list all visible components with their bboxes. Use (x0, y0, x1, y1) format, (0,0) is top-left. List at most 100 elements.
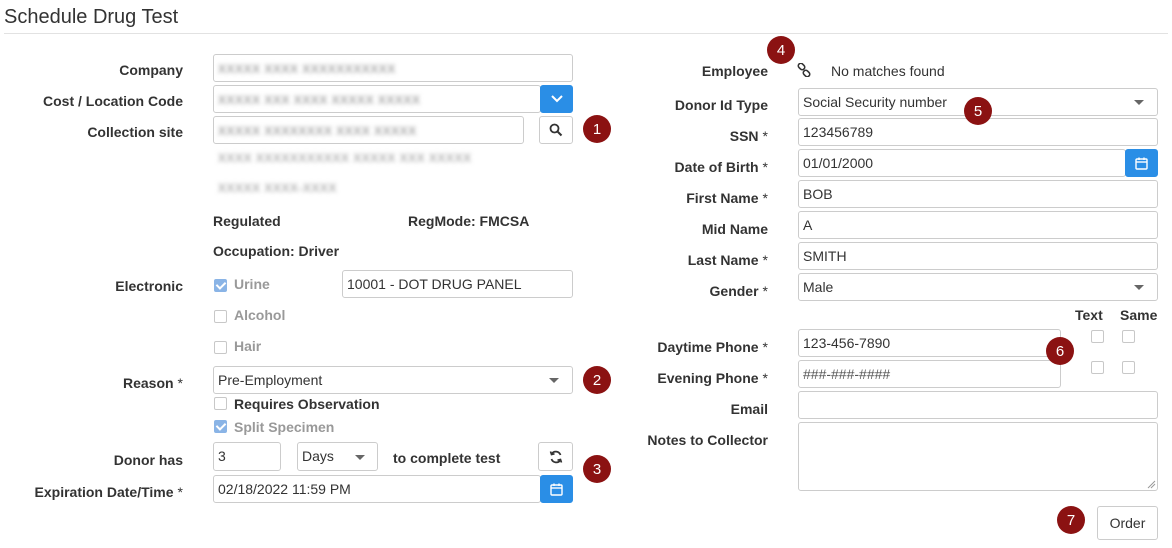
hair-label: Hair (234, 338, 262, 354)
evening-phone-label-text: Evening Phone (657, 370, 759, 386)
cost-location-value: XXXXX XXX XXXX XXXXX XXXXX (218, 93, 421, 107)
hair-checkbox[interactable] (214, 341, 227, 354)
expiration-value: 02/18/2022 11:59 PM (218, 481, 351, 497)
occupation-text: Occupation: Driver (213, 243, 340, 259)
gender-required-marker: * (762, 283, 768, 299)
chevron-down-icon (1134, 100, 1144, 105)
donor-has-number-input[interactable]: 3 (213, 442, 281, 471)
donor-has-unit-select[interactable]: Days (297, 442, 378, 471)
gender-label: Gender * (710, 283, 768, 299)
callout-badge-7: 7 (1057, 506, 1085, 534)
last-name-value: SMITH (803, 248, 847, 264)
collection-site-search-button[interactable] (539, 116, 573, 144)
reason-value: Pre-Employment (218, 372, 323, 388)
ssn-label-text: SSN (729, 128, 759, 144)
callout-badge-1: 1 (583, 115, 611, 143)
email-label: Email (730, 401, 768, 417)
dob-input[interactable]: 01/01/2000 (798, 149, 1126, 177)
collection-site-label: Collection site (87, 124, 183, 140)
daytime-phone-input[interactable]: 123-456-7890 (798, 329, 1061, 357)
split-specimen-checkbox[interactable] (214, 420, 227, 433)
evening-phone-input[interactable]: ###-###-#### (798, 360, 1061, 388)
panel-input[interactable]: 10001 - DOT DRUG PANEL (342, 270, 573, 298)
alcohol-label: Alcohol (234, 307, 286, 323)
electronic-label: Electronic (115, 278, 183, 294)
collection-site-input[interactable]: XXXXX XXXXXXXX XXXX XXXXX (213, 116, 524, 144)
daytime-text-checkbox[interactable] (1091, 330, 1104, 343)
collection-site-phone: XXXXX XXXX-XXXX (218, 181, 337, 195)
employee-label: Employee (701, 63, 768, 79)
donor-id-type-label: Donor Id Type (674, 97, 768, 113)
dob-calendar-button[interactable] (1125, 149, 1158, 177)
daytime-phone-value: 123-456-7890 (803, 335, 891, 351)
cost-location-label: Cost / Location Code (43, 93, 183, 109)
mid-name-label: Mid Name (701, 221, 768, 237)
expiration-label: Expiration Date/Time * (35, 484, 183, 500)
dob-label-text: Date of Birth (674, 159, 759, 175)
cost-location-dropdown-button[interactable] (540, 85, 573, 113)
refresh-button[interactable] (538, 442, 573, 471)
evening-text-checkbox[interactable] (1091, 361, 1104, 374)
calendar-icon (550, 483, 563, 496)
evening-phone-placeholder: ###-###-#### (803, 366, 891, 382)
gender-label-text: Gender (709, 283, 759, 299)
collection-site-value: XXXXX XXXXXXXX XXXX XXXXX (218, 124, 417, 138)
search-icon (549, 123, 563, 137)
last-name-input[interactable]: SMITH (798, 242, 1158, 270)
evening-phone-required-marker: * (762, 370, 768, 386)
link-icon[interactable] (797, 63, 811, 77)
urine-label: Urine (234, 276, 270, 292)
order-button[interactable]: Order (1097, 506, 1158, 540)
regulated-text: Regulated (213, 213, 281, 229)
daytime-phone-label-text: Daytime Phone (657, 339, 759, 355)
donor-has-label: Donor has (113, 452, 183, 468)
company-value: XXXXX XXXX XXXXXXXXXXX (218, 62, 396, 76)
chevron-down-icon (1134, 285, 1144, 290)
requires-observation-checkbox[interactable] (214, 397, 227, 410)
last-name-label-text: Last Name (687, 252, 759, 268)
callout-badge-4: 4 (767, 36, 795, 64)
ssn-required-marker: * (762, 128, 768, 144)
email-input[interactable] (798, 391, 1158, 419)
employee-status: No matches found (831, 63, 945, 79)
text-column-header: Text (1075, 307, 1103, 323)
gender-select[interactable]: Male (798, 273, 1158, 301)
collection-site-address: XXXX XXXXXXXXXXX XXXXX XXX XXXXX (218, 151, 472, 165)
urine-checkbox[interactable] (214, 279, 227, 292)
title-divider (4, 33, 1168, 34)
evening-same-checkbox[interactable] (1122, 361, 1135, 374)
expiration-calendar-button[interactable] (540, 475, 573, 503)
alcohol-checkbox[interactable] (214, 310, 227, 323)
company-input[interactable]: XXXXX XXXX XXXXXXXXXXX (213, 54, 573, 82)
first-name-input[interactable]: BOB (798, 180, 1158, 208)
notes-textarea[interactable] (798, 422, 1158, 491)
daytime-phone-label: Daytime Phone * (657, 339, 768, 355)
callout-badge-2: 2 (583, 366, 611, 394)
daytime-same-checkbox[interactable] (1122, 330, 1135, 343)
ssn-label: SSN * (730, 128, 768, 144)
reason-label-text: Reason (122, 375, 174, 391)
panel-value: 10001 - DOT DRUG PANEL (347, 276, 522, 292)
last-name-label: Last Name * (688, 252, 768, 268)
mid-name-value: A (803, 217, 813, 233)
same-column-header: Same (1120, 307, 1158, 323)
page-title: Schedule Drug Test (4, 6, 179, 28)
callout-badge-3: 3 (583, 455, 611, 483)
reason-select[interactable]: Pre-Employment (213, 366, 573, 394)
dob-required-marker: * (762, 159, 768, 175)
callout-badge-5: 5 (964, 97, 992, 125)
chevron-down-icon (549, 378, 559, 383)
daytime-phone-required-marker: * (762, 339, 768, 355)
expiration-input[interactable]: 02/18/2022 11:59 PM (213, 475, 541, 503)
regmode-text: RegMode: FMCSA (408, 213, 530, 229)
donor-has-unit: Days (302, 448, 334, 464)
donor-has-suffix: to complete test (393, 450, 501, 466)
notes-label: Notes to Collector (647, 432, 768, 448)
first-name-label-text: First Name (686, 190, 759, 206)
cost-location-input[interactable]: XXXXX XXX XXXX XXXXX XXXXX (213, 85, 541, 113)
requires-observation-label: Requires Observation (234, 396, 380, 412)
ssn-value: 123456789 (803, 124, 874, 140)
resize-handle-icon[interactable] (1147, 480, 1156, 489)
mid-name-input[interactable]: A (798, 211, 1158, 239)
expiration-label-text: Expiration Date/Time (34, 484, 174, 500)
